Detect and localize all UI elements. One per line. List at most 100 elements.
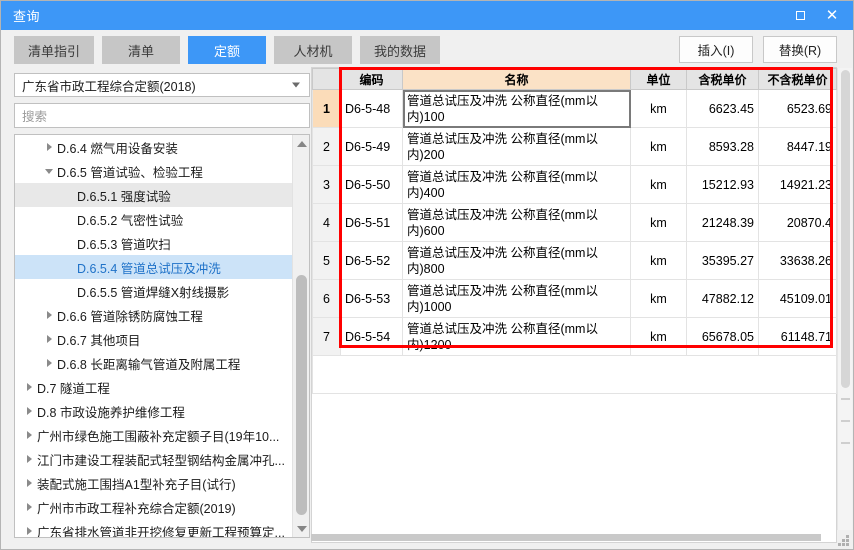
tree-item-label: D.6.5.5 管道焊缝X射线摄影 [77, 285, 230, 300]
chevron-down-icon [292, 82, 300, 88]
chevron-right-icon[interactable] [41, 303, 57, 327]
header-price-with-tax[interactable]: 含税单价 [686, 68, 759, 90]
cell-price-with-tax: 6623.45 [686, 89, 759, 128]
tree-item[interactable]: D.7 隧道工程 [15, 375, 292, 399]
tab-my-data[interactable]: 我的数据 [360, 36, 441, 64]
tree-item-label: D.6.6 管道除锈防腐蚀工程 [57, 309, 203, 324]
scrollbar-mark [841, 442, 850, 444]
tree-item[interactable]: 装配式施工围挡A1型补充子目(试行) [15, 471, 292, 495]
tree-item[interactable]: D.6.5.5 管道焊缝X射线摄影 [15, 279, 292, 303]
window-title: 查询 [13, 9, 41, 24]
table-row[interactable]: 2 D6-5-49 管道总试压及冲洗 公称直径(mm以内)200 km 8593.28 8… [312, 127, 837, 166]
header-code[interactable]: 编码 [340, 68, 403, 90]
tree-item[interactable]: D.8 市政设施养护维修工程 [15, 399, 292, 423]
table-row[interactable]: 4 D6-5-51 管道总试压及冲洗 公称直径(mm以内)600 km 21248.39… [312, 203, 837, 242]
tree-item[interactable]: D.6.6 管道除锈防腐蚀工程 [15, 303, 292, 327]
empty-cell [312, 355, 837, 394]
cell-unit: km [630, 203, 687, 242]
tab-dinge[interactable]: 定额 [188, 36, 267, 64]
tree-item-label: D.6.7 其他项目 [57, 333, 141, 348]
tree-scrollbar[interactable] [292, 135, 309, 537]
tree-item[interactable]: D.6.5.3 管道吹扫 [15, 231, 292, 255]
table-row[interactable]: 6 D6-5-53 管道总试压及冲洗 公称直径(mm以内)1000 km 47882.1… [312, 279, 837, 318]
chevron-right-icon[interactable] [21, 447, 37, 471]
tree-item[interactable]: D.6.5 管道试验、检验工程 [15, 159, 292, 183]
cell-code: D6-5-51 [340, 203, 403, 242]
tree-item-label: D.6.4 燃气用设备安装 [57, 141, 178, 156]
tree-item[interactable]: D.6.8 长距离输气管道及附属工程 [15, 351, 292, 375]
tree-item[interactable]: 广州市市政工程补充综合定额(2019) [15, 495, 292, 519]
cell-price-without-tax: 61148.71 [758, 317, 837, 356]
panel-scrollbar[interactable] [837, 68, 852, 530]
row-number: 1 [312, 89, 341, 128]
tree-item-label: 装配式施工围挡A1型补充子目(试行) [37, 477, 236, 492]
tree-item[interactable]: D.6.4 燃气用设备安装 [15, 135, 292, 159]
cell-unit: km [630, 241, 687, 280]
tree-item[interactable]: D.6.5.4 管道总试压及冲洗 [15, 255, 292, 279]
cell-code: D6-5-48 [340, 89, 403, 128]
table-row[interactable]: 5 D6-5-52 管道总试压及冲洗 公称直径(mm以内)800 km 35395.27… [312, 241, 837, 280]
cell-price-with-tax: 35395.27 [686, 241, 759, 280]
chevron-down-icon[interactable] [41, 159, 57, 183]
cell-price-with-tax: 15212.93 [686, 165, 759, 204]
table-row[interactable]: 7 D6-5-54 管道总试压及冲洗 公称直径(mm以内)1200 km 65678.0… [312, 317, 837, 356]
scroll-up-icon[interactable] [293, 135, 309, 152]
replace-button[interactable]: 替换(R) [763, 36, 837, 63]
tree-item[interactable]: 广东省排水管道非开挖修复更新工程预算定... [15, 519, 292, 537]
tree-item[interactable]: 江门市建设工程装配式轻型钢结构金属冲孔... [15, 447, 292, 471]
row-number: 5 [312, 241, 341, 280]
search-placeholder: 搜索 [22, 110, 48, 124]
results-panel: 编码 名称 单位 含税单价 不含税单价 1 D6-5-48 管道总试压及冲洗 公称直… [311, 67, 837, 543]
cell-name: 管道总试压及冲洗 公称直径(mm以内)100 [402, 89, 631, 128]
chevron-right-icon[interactable] [41, 351, 57, 375]
tree-scrollbar-thumb[interactable] [296, 275, 307, 515]
cell-unit: km [630, 89, 687, 128]
panel-scrollbar-thumb[interactable] [841, 70, 850, 388]
tree-item-label: D.8 市政设施养护维修工程 [37, 405, 185, 420]
scroll-down-icon[interactable] [293, 520, 309, 537]
tree-item[interactable]: 广州市绿色施工围蔽补充定额子目(19年10... [15, 423, 292, 447]
row-number: 4 [312, 203, 341, 242]
header-name[interactable]: 名称 [402, 68, 631, 90]
chevron-right-icon[interactable] [21, 471, 37, 495]
search-input[interactable]: 搜索 [14, 103, 310, 128]
left-panel: 广东省市政工程综合定额(2018) 搜索 D.6.4 燃气用设备安装 D.6.5 … [14, 73, 310, 543]
bottom-strip [311, 534, 821, 541]
tree-item[interactable]: D.6.5.1 强度试验 [15, 183, 292, 207]
query-window: 查询 ✕ 清单指引 清单 定额 人材机 我的数据 插入(I) 替换(R) 广东省… [0, 0, 854, 550]
chevron-right-icon[interactable] [21, 423, 37, 447]
chevron-right-icon[interactable] [21, 495, 37, 519]
scrollbar-mark [841, 420, 850, 422]
cell-name: 管道总试压及冲洗 公称直径(mm以内)1200 [402, 317, 631, 356]
chevron-right-icon[interactable] [21, 375, 37, 399]
header-unit[interactable]: 单位 [630, 68, 687, 90]
tab-qingdan-zhiyin[interactable]: 清单指引 [14, 36, 95, 64]
tab-list: 清单指引 清单 定额 人材机 我的数据 [14, 36, 441, 64]
table-row[interactable]: 3 D6-5-50 管道总试压及冲洗 公称直径(mm以内)400 km 15212.93… [312, 165, 837, 204]
library-select[interactable]: 广东省市政工程综合定额(2018) [14, 73, 310, 97]
header-price-without-tax[interactable]: 不含税单价 [758, 68, 837, 90]
maximize-icon[interactable] [785, 3, 815, 29]
row-number: 6 [312, 279, 341, 318]
cell-price-with-tax: 21248.39 [686, 203, 759, 242]
chevron-right-icon[interactable] [41, 135, 57, 159]
tab-qingdan[interactable]: 清单 [102, 36, 181, 64]
cell-price-without-tax: 20870.4 [758, 203, 837, 242]
tree-item-label: 广州市绿色施工围蔽补充定额子目(19年10... [37, 429, 280, 444]
tree-item-label: 江门市建设工程装配式轻型钢结构金属冲孔... [37, 453, 285, 468]
category-tree: D.6.4 燃气用设备安装 D.6.5 管道试验、检验工程 D.6.5.1 强度试验… [14, 134, 310, 538]
chevron-right-icon[interactable] [21, 519, 37, 537]
close-icon[interactable]: ✕ [817, 3, 847, 29]
chevron-right-icon[interactable] [41, 327, 57, 351]
table-row[interactable]: 1 D6-5-48 管道总试压及冲洗 公称直径(mm以内)100 km 6623.45 6… [312, 89, 837, 128]
resize-grip[interactable] [838, 535, 849, 546]
tree-item-label: D.6.5.2 气密性试验 [77, 213, 184, 228]
chevron-right-icon[interactable] [21, 399, 37, 423]
tree-item[interactable]: D.6.7 其他项目 [15, 327, 292, 351]
tab-rencaiji[interactable]: 人材机 [274, 36, 353, 64]
library-select-value: 广东省市政工程综合定额(2018) [22, 79, 196, 94]
tree-item[interactable]: D.6.5.2 气密性试验 [15, 207, 292, 231]
cell-unit: km [630, 317, 687, 356]
insert-button[interactable]: 插入(I) [679, 36, 753, 63]
